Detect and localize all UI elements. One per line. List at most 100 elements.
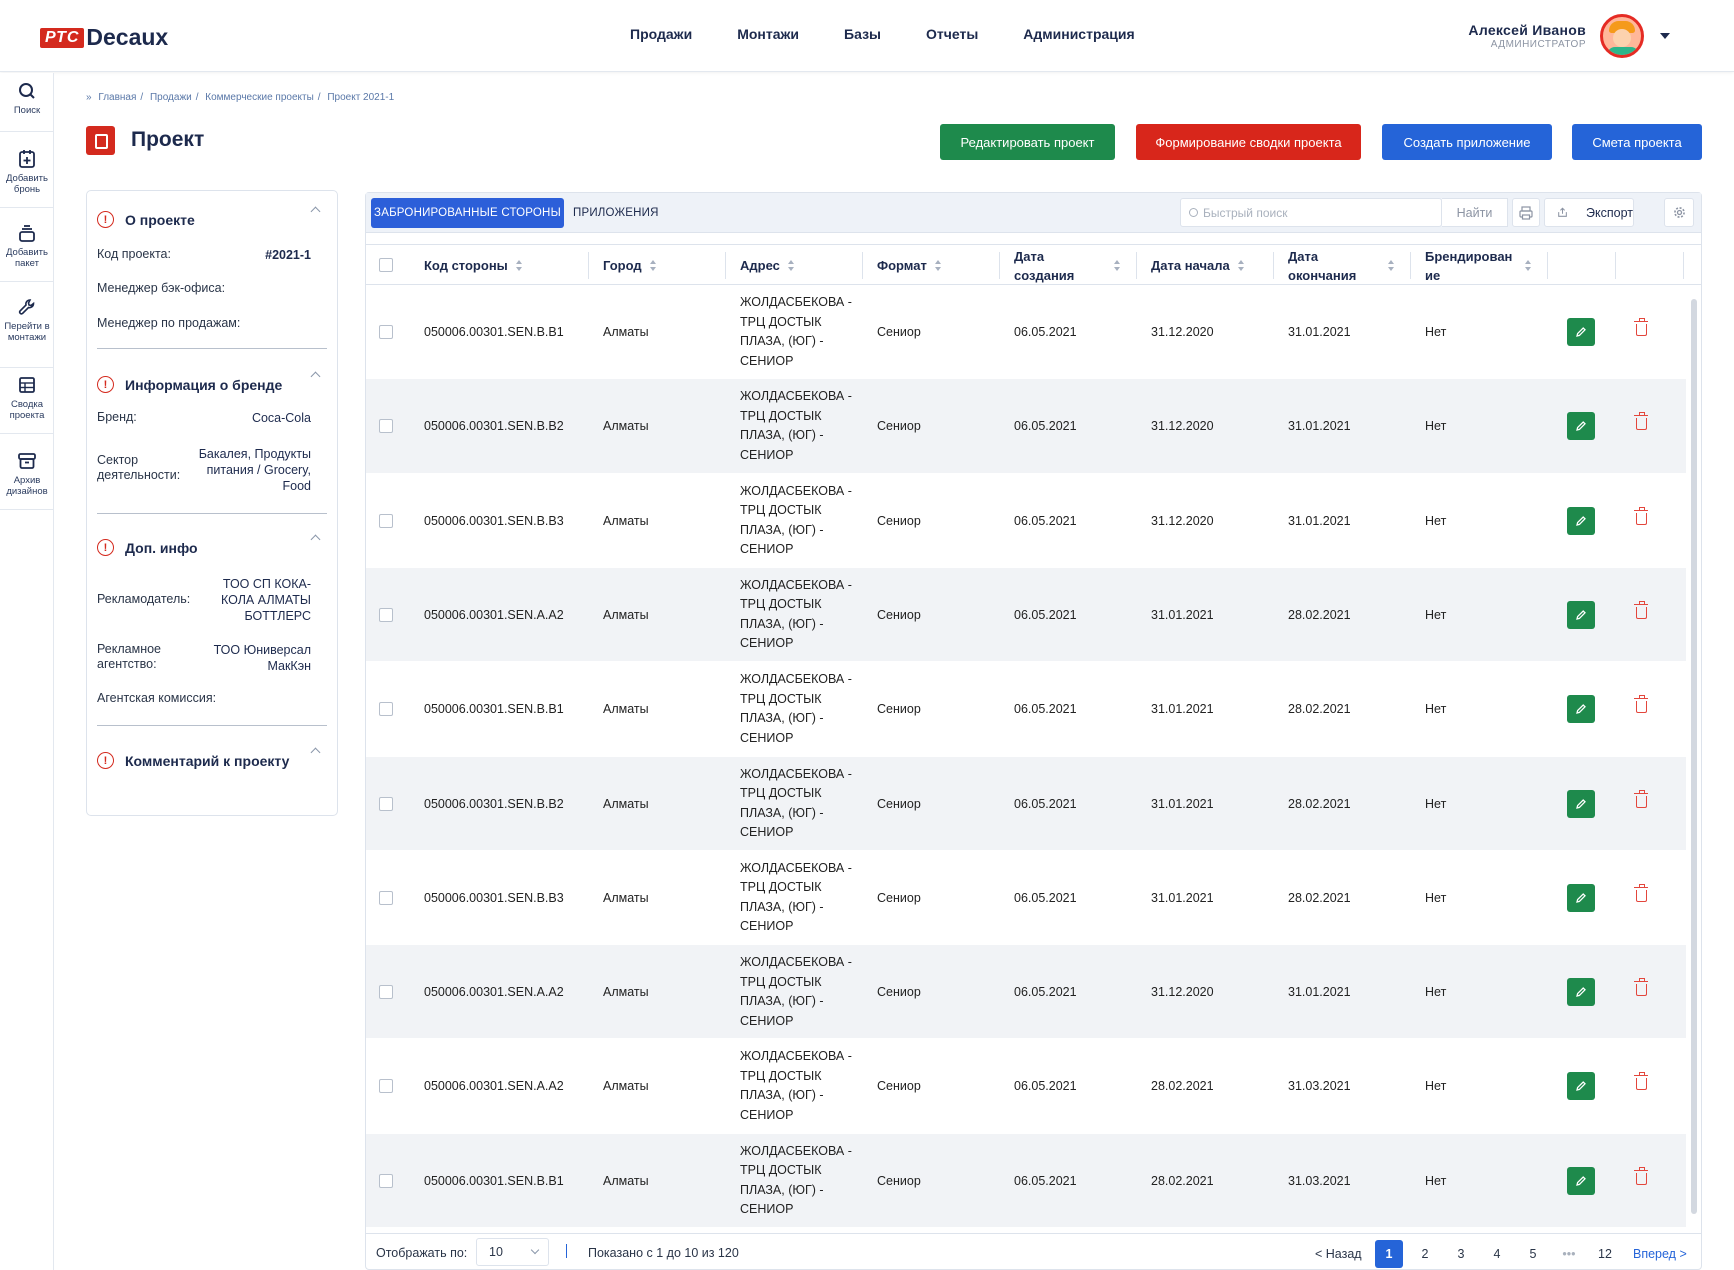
col-header-format[interactable]: Формат [877,245,942,286]
next-page-link[interactable]: Вперед > [1633,1247,1687,1261]
select-all-checkbox[interactable] [379,258,393,272]
edit-project-button[interactable]: Редактировать проект [940,124,1115,160]
page-2[interactable]: 2 [1411,1240,1439,1268]
scroll-thumb[interactable] [1691,299,1697,1214]
export-button[interactable]: Экспорт [1544,198,1634,227]
row-checkbox[interactable] [379,1079,393,1094]
row-checkbox[interactable] [379,702,393,717]
table-row[interactable]: 050006.00301.SEN.B.B2 Алматы ЖОЛДАСБЕКОВА … [366,379,1686,474]
col-header-end[interactable]: Дата окончания [1288,245,1408,286]
comment-section-header[interactable]: ! Комментарий к проекту [97,752,289,769]
create-application-button[interactable]: Создать приложение [1382,124,1552,160]
breadcrumb-sales[interactable]: Продажи [150,92,192,103]
col-header-start[interactable]: Дата начала [1151,245,1245,286]
page-5[interactable]: 5 [1519,1240,1547,1268]
row-checkbox[interactable] [379,1173,393,1188]
project-summary-button[interactable]: Формирование сводки проекта [1136,124,1361,160]
edit-row-button[interactable] [1567,506,1595,535]
nav-sales[interactable]: Продажи [630,26,692,42]
table-row[interactable]: 050006.00301.SEN.B.B1 Алматы ЖОЛДАСБЕКОВА … [366,662,1686,757]
prev-page-link[interactable]: < Назад [1315,1247,1362,1261]
logo[interactable]: РТС Decaux [40,24,168,51]
row-checkbox[interactable] [379,607,393,622]
edit-row-button[interactable] [1567,318,1595,346]
delete-row-button[interactable] [1633,1166,1649,1188]
page-12[interactable]: 12 [1591,1240,1619,1268]
nav-installations[interactable]: Монтажи [737,26,799,42]
chevron-up-icon[interactable] [310,747,321,758]
search-button[interactable]: Найти [1442,198,1508,227]
per-page-select[interactable]: 10 [476,1238,549,1266]
chevron-down-icon[interactable] [1660,33,1670,39]
col-header-branding[interactable]: Брендирование [1425,245,1545,286]
page-3[interactable]: 3 [1447,1240,1475,1268]
table-row[interactable]: 050006.00301.SEN.A.A2 Алматы ЖОЛДАСБЕКОВА … [366,567,1686,663]
rail-item-installations[interactable]: Перейти в монтажи [0,297,54,343]
page-1[interactable]: 1 [1375,1240,1403,1268]
brand-section-header[interactable]: ! Информация о бренде [97,376,282,393]
row-checkbox[interactable] [379,419,393,434]
chevron-up-icon[interactable] [310,371,321,382]
rail-item-search[interactable]: Поиск [0,81,54,116]
rail-item-design-archive[interactable]: Архив дизайнов [0,451,54,497]
tab-applications[interactable]: ПРИЛОЖЕНИЯ [573,198,659,228]
delete-row-button[interactable] [1633,789,1649,811]
about-section-header[interactable]: ! О проекте [97,211,195,228]
table-row[interactable]: 050006.00301.SEN.B.B2 Алматы ЖОЛДАСБЕКОВА … [366,756,1686,851]
edit-row-button[interactable] [1567,412,1595,441]
edit-row-button[interactable] [1567,600,1595,629]
delete-row-button[interactable] [1633,978,1649,999]
table-row[interactable]: 050006.00301.SEN.B.B1 Алматы ЖОЛДАСБЕКОВА … [366,1133,1686,1228]
sort-icon [1388,259,1395,272]
chevron-up-icon[interactable] [310,206,321,217]
delete-row-button[interactable] [1633,506,1649,528]
edit-row-button[interactable] [1567,789,1595,818]
row-checkbox[interactable] [379,985,393,1000]
edit-row-button[interactable] [1567,1072,1595,1101]
tab-booked-sides[interactable]: ЗАБРОНИРОВАННЫЕ СТОРОНЫ [371,198,564,228]
table-scrollbar[interactable] [1687,285,1701,1228]
chevron-up-icon[interactable] [310,534,321,545]
nav-administration[interactable]: Администрация [1023,26,1134,42]
project-estimate-button[interactable]: Смета проекта [1572,124,1702,160]
edit-row-button[interactable] [1567,695,1595,724]
table-row[interactable]: 050006.00301.SEN.B.B3 Алматы ЖОЛДАСБЕКОВА … [366,851,1686,946]
row-checkbox[interactable] [379,325,393,339]
delete-row-button[interactable] [1633,695,1649,716]
rail-item-add-booking[interactable]: Добавить бронь [0,149,54,195]
row-checkbox[interactable] [379,513,393,528]
delete-row-button[interactable] [1633,1072,1649,1093]
col-header-city[interactable]: Город [603,245,657,286]
rail-item-project-summary[interactable]: Сводка проекта [0,375,54,421]
col-header-created[interactable]: Дата создания [1014,245,1134,286]
search-input[interactable]: Быстрый поиск [1180,198,1442,227]
print-button[interactable] [1512,198,1540,227]
table-row[interactable]: 050006.00301.SEN.A.A2 Алматы ЖОЛДАСБЕКОВА … [366,1039,1686,1134]
col-header-code[interactable]: Код стороны [424,245,523,286]
breadcrumb-commercial-projects[interactable]: Коммерческие проекты [205,92,313,103]
cell-city: Алматы [603,419,649,434]
edit-row-button[interactable] [1567,883,1595,912]
row-checkbox[interactable] [379,796,393,811]
extra-section-header[interactable]: ! Доп. инфо [97,539,198,556]
delete-row-button[interactable] [1633,883,1649,905]
avatar[interactable] [1600,14,1644,58]
page-4[interactable]: 4 [1483,1240,1511,1268]
row-checkbox[interactable] [379,890,393,905]
export-label: Экспорт [1586,205,1633,220]
nav-reports[interactable]: Отчеты [926,26,978,42]
edit-row-button[interactable] [1567,978,1595,1007]
edit-row-button[interactable] [1567,1166,1595,1195]
settings-button[interactable] [1664,198,1694,227]
delete-row-button[interactable] [1633,412,1649,433]
table-row[interactable]: 050006.00301.SEN.B.B3 Алматы ЖОЛДАСБЕКОВА … [366,474,1686,568]
nav-bases[interactable]: Базы [844,26,881,42]
delete-row-button[interactable] [1633,600,1649,622]
col-header-address[interactable]: Адрес [740,245,795,286]
rail-item-add-package[interactable]: Добавить пакет [0,223,54,269]
table-row[interactable]: 050006.00301.SEN.B.B1 Алматы ЖОЛДАСБЕКОВА … [366,285,1686,380]
delete-row-button[interactable] [1633,318,1649,339]
user-info[interactable]: Алексей Иванов АДМИНИСТРАТОР [1468,22,1586,50]
breadcrumb-home[interactable]: Главная [98,92,136,103]
table-row[interactable]: 050006.00301.SEN.A.A2 Алматы ЖОЛДАСБЕКОВА … [366,945,1686,1040]
